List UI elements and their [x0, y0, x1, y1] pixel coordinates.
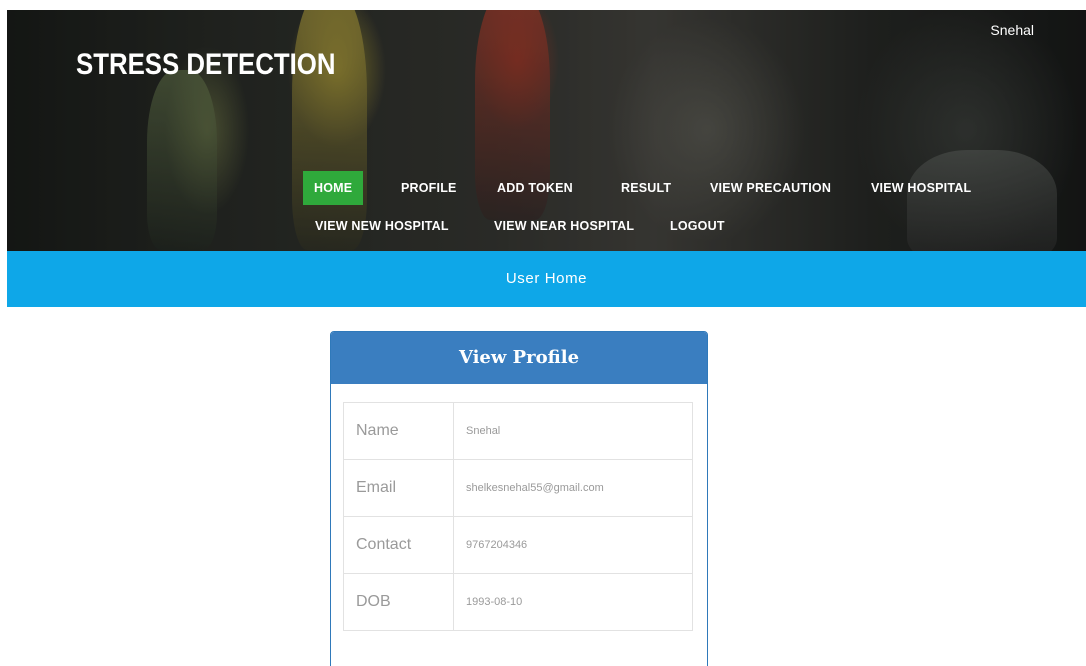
table-row: DOB 1993-08-10	[343, 573, 693, 631]
nav-item-profile[interactable]: PROFILE	[390, 171, 468, 205]
table-row: Email shelkesnehal55@gmail.com	[343, 459, 693, 517]
profile-value-dob: 1993-08-10	[453, 573, 693, 631]
profile-value-email: shelkesnehal55@gmail.com	[453, 459, 693, 517]
nav-item-view-precaution[interactable]: VIEW PRECAUTION	[699, 171, 842, 205]
user-home-banner: User Home	[7, 251, 1086, 307]
profile-table: Name Snehal Email shelkesnehal55@gmail.c…	[343, 402, 693, 631]
profile-panel-title: View Profile	[331, 332, 707, 384]
profile-panel: View Profile Name Snehal Email shelkesne…	[330, 331, 708, 666]
nav-item-view-new-hospital[interactable]: VIEW NEW HOSPITAL	[304, 213, 460, 239]
page: STRESS DETECTION Snehal HOME PROFILE ADD…	[0, 0, 1086, 666]
nav-item-result[interactable]: RESULT	[610, 171, 682, 205]
table-row: Name Snehal	[343, 402, 693, 460]
nav-item-add-token[interactable]: ADD TOKEN	[486, 171, 584, 205]
nav-item-home[interactable]: HOME	[303, 171, 364, 205]
profile-value-contact: 9767204346	[453, 516, 693, 574]
profile-label-contact: Contact	[343, 516, 454, 574]
table-row: Contact 9767204346	[343, 516, 693, 574]
header-hero: STRESS DETECTION Snehal HOME PROFILE ADD…	[7, 10, 1086, 251]
profile-value-name: Snehal	[453, 402, 693, 460]
nav-item-view-hospital[interactable]: VIEW HOSPITAL	[860, 171, 982, 205]
nav-item-logout[interactable]: LOGOUT	[659, 213, 736, 239]
profile-label-email: Email	[343, 459, 454, 517]
profile-label-dob: DOB	[343, 573, 454, 631]
main-nav: HOME PROFILE ADD TOKEN RESULT VIEW PRECA…	[7, 10, 1086, 251]
nav-item-view-near-hospital[interactable]: VIEW NEAR HOSPITAL	[483, 213, 645, 239]
profile-label-name: Name	[343, 402, 454, 460]
